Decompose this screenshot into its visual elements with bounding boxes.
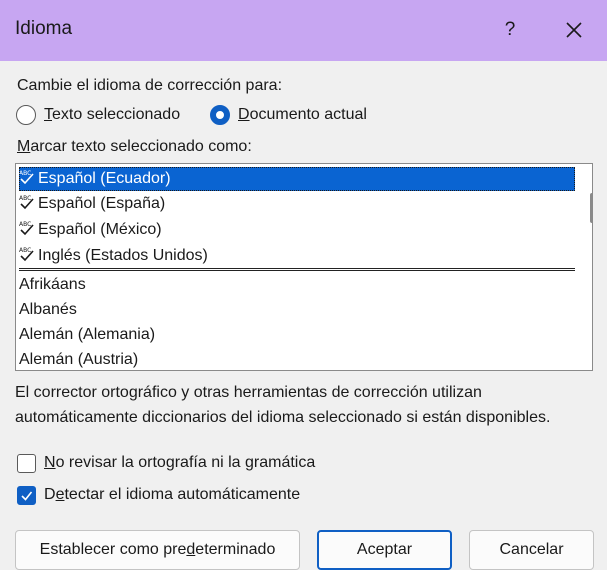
radio-button-off[interactable] (16, 105, 36, 125)
help-button[interactable]: ? (490, 12, 530, 48)
list-item-label: Inglés (Estados Unidos) (38, 247, 208, 264)
list-item-all-3[interactable]: Alemán (Austria) (19, 348, 138, 370)
svg-text:ABC: ABC (19, 247, 31, 254)
list-item-all-2[interactable]: Alemán (Alemania) (19, 323, 155, 347)
radio-button-on[interactable] (210, 105, 230, 125)
list-item-recent-1[interactable]: ABC Español (España) (19, 192, 165, 216)
label-rest: ocumento actual (249, 106, 367, 123)
checkmark-icon (21, 491, 33, 501)
label-rest: o revisar la ortografía ni la gramática (55, 454, 316, 471)
label-rest: eterminado (195, 541, 276, 558)
hotkey-letter: N (44, 454, 56, 471)
label-pre: Establecer como pre (39, 541, 187, 558)
label-rest: tectar el idioma automáticamente (64, 486, 301, 503)
proofing-label: Cambie el idioma de corrección para: (17, 77, 283, 94)
list-item-recent-3[interactable]: ABC Inglés (Estados Unidos) (19, 244, 208, 268)
cancel-button[interactable]: Cancelar (469, 530, 594, 570)
list-item-all-0[interactable]: Afrikáans (19, 273, 86, 297)
label-rest: arcar texto seleccionado como: (30, 138, 252, 155)
dialog-titlebar: Idioma ? (0, 0, 607, 61)
info-text: El corrector ortográfico y otras herrami… (15, 380, 600, 430)
set-default-button[interactable]: Establecer como predeterminado (15, 530, 300, 570)
hotkey-letter: D (238, 106, 250, 123)
hotkey-letter: M (17, 138, 31, 155)
hotkey-letter: d (186, 541, 196, 558)
svg-text:ABC: ABC (19, 221, 31, 228)
list-item-label: Español (España) (38, 195, 166, 212)
list-item-recent-2[interactable]: ABC Español (México) (19, 218, 162, 242)
mark-as-label: Marcar texto seleccionado como: (17, 138, 252, 156)
list-scrollbar-thumb[interactable] (590, 193, 592, 223)
spellcheck-icon: ABC (19, 247, 34, 262)
label-rest: exto seleccionado (52, 106, 181, 123)
dialog-title: Idioma (15, 18, 73, 39)
radio-selected-text[interactable]: Texto seleccionado (16, 102, 180, 128)
spellcheck-icon: ABC (19, 170, 34, 185)
info-line-2: automáticamente diccionarios del idioma … (15, 409, 551, 426)
spellcheck-icon: ABC (19, 195, 34, 210)
list-item-label: Español (México) (38, 221, 162, 238)
spellcheck-icon: ABC (19, 221, 34, 236)
svg-text:ABC: ABC (19, 170, 31, 177)
hotkey-letter: T (44, 106, 52, 123)
radio-current-document-label: Documento actual (238, 106, 367, 124)
detect-language-label: Detectar el idioma automáticamente (44, 486, 300, 504)
no-check-spelling-option[interactable]: No revisar la ortografía ni la gramática (17, 450, 315, 476)
checkbox-checked[interactable] (17, 485, 36, 505)
no-check-spelling-label: No revisar la ortografía ni la gramática (44, 454, 315, 472)
info-line-1: El corrector ortográfico y otras herrami… (15, 384, 482, 401)
label-pre: D (44, 486, 56, 503)
svg-text:ABC: ABC (19, 195, 31, 202)
close-icon (566, 22, 582, 38)
language-listbox[interactable]: ABC Español (Ecuador) ABC Español (España)… (15, 163, 593, 371)
list-item-label: Español (Ecuador) (38, 170, 171, 187)
detect-language-option[interactable]: Detectar el idioma automáticamente (17, 482, 300, 508)
list-separator (19, 268, 575, 271)
ok-button[interactable]: Aceptar (317, 530, 452, 570)
radio-current-document[interactable]: Documento actual (210, 102, 367, 128)
radio-selected-text-label: Texto seleccionado (44, 106, 180, 124)
list-item-recent-0[interactable]: ABC Español (Ecuador) (19, 167, 575, 191)
list-item-all-1[interactable]: Albanés (19, 298, 77, 322)
close-button[interactable] (552, 12, 596, 48)
checkbox-unchecked[interactable] (17, 453, 36, 473)
